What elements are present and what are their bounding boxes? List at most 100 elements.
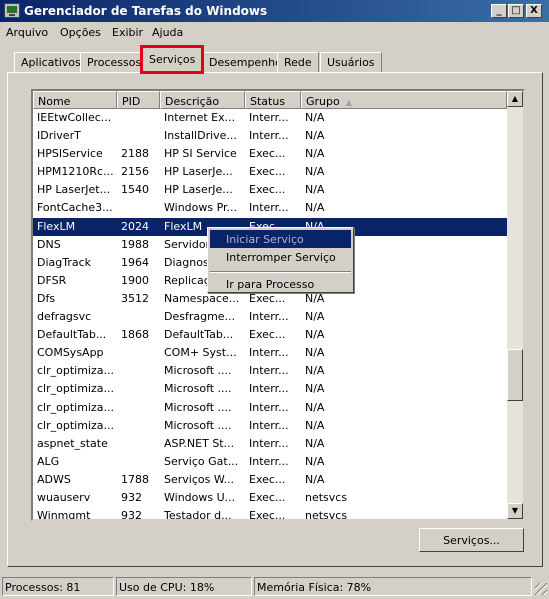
service-name: COMSysApp [37, 346, 104, 360]
service-group: N/A [305, 291, 325, 305]
service-pid: 932 [121, 509, 142, 521]
service-group: N/A [305, 364, 325, 378]
service-status: Interr... [249, 364, 289, 378]
service-name: clr_optimiza... [37, 418, 114, 432]
table-row[interactable]: FontCache3... Windows Pr... Interr... N/A [33, 199, 507, 217]
service-name: IEEtwCollec... [37, 111, 112, 124]
table-row[interactable]: Winmgmt 932 Testador d... Exec... netsvcs [33, 507, 507, 521]
column-header-status[interactable]: Status [245, 91, 301, 109]
table-row[interactable]: HP LaserJet... 1540 HP LaserJe... Exec... N/… [33, 181, 507, 199]
menu-separator [210, 271, 351, 273]
tab-servicos[interactable]: Serviços [142, 47, 203, 73]
service-description: Microsoft .... [164, 382, 232, 396]
service-description: Microsoft .... [164, 400, 232, 414]
table-row[interactable]: IEEtwCollec... Internet Ex... Interr... N/A [33, 109, 507, 127]
service-group: N/A [305, 310, 325, 324]
service-description: ASP.NET St... [164, 436, 235, 450]
menu-exibir[interactable]: Exibir [112, 26, 143, 39]
sort-ascending-icon: ▲ [345, 98, 352, 107]
service-pid: 1964 [121, 255, 149, 269]
service-group: N/A [305, 147, 325, 161]
table-row[interactable]: clr_optimiza... Microsoft .... Interr... N/… [33, 362, 507, 380]
service-name: defragsvc [37, 310, 92, 324]
service-group: N/A [305, 328, 325, 342]
service-description: HP SI Service [164, 147, 237, 161]
title-bar[interactable]: Gerenciador de Tarefas do Windows _ □ X [0, 0, 549, 22]
menu-item-ir-para-processo[interactable]: Ir para Processo [210, 275, 351, 293]
tab-processos[interactable]: Processos [80, 52, 149, 72]
service-name: DefaultTab... [37, 328, 107, 342]
service-pid: 1868 [121, 328, 149, 342]
service-status: Exec... [249, 165, 286, 179]
service-group: N/A [305, 382, 325, 396]
menu-opcoes[interactable]: Opções [60, 26, 101, 39]
column-header-pid[interactable]: PID [117, 91, 160, 109]
service-status: Interr... [249, 382, 289, 396]
service-status: Exec... [249, 490, 286, 504]
minimize-button[interactable]: _ [491, 4, 507, 18]
service-status: Exec... [249, 509, 286, 521]
table-row[interactable]: aspnet_state ASP.NET St... Interr... N/A [33, 435, 507, 453]
service-name: FlexLM [37, 219, 76, 233]
service-status: Exec... [249, 291, 286, 305]
service-pid: 1900 [121, 273, 149, 287]
column-header-nome[interactable]: Nome [33, 91, 117, 109]
table-row[interactable]: clr_optimiza... Microsoft .... Interr... N/… [33, 380, 507, 398]
table-row[interactable]: wuauserv 932 Windows U... Exec... netsvcs [33, 489, 507, 507]
service-description: COM+ Syst... [164, 346, 237, 360]
resize-grip[interactable] [535, 583, 547, 595]
service-group: N/A [305, 201, 325, 215]
scroll-thumb[interactable] [507, 349, 523, 401]
service-description: HP LaserJe... [164, 183, 233, 197]
service-group: N/A [305, 129, 325, 143]
table-row[interactable]: HPSIService 2188 HP SI Service Exec... N/A [33, 145, 507, 163]
scroll-up-button[interactable]: ▲ [507, 91, 523, 107]
services-rows: IEEtwCollec... Internet Ex... Interr... N/A… [33, 109, 507, 521]
menu-arquivo[interactable]: Arquivo [6, 26, 48, 39]
service-pid: 1540 [121, 183, 149, 197]
services-list[interactable]: Nome PID Descrição Status Grupo ▲ IEEtwCo… [31, 89, 525, 521]
service-description: Desfragme... [164, 310, 236, 324]
tab-desempenho[interactable]: Desempenho [202, 52, 289, 72]
column-header-descricao[interactable]: Descrição [160, 91, 245, 109]
service-description: Serviço Gat... [164, 454, 239, 468]
service-group: N/A [305, 111, 325, 124]
scroll-down-button[interactable]: ▼ [507, 503, 523, 519]
service-status: Interr... [249, 346, 289, 360]
service-name: IDriverT [37, 129, 81, 143]
tab-aplicativos[interactable]: Aplicativos [14, 52, 88, 72]
service-description: HP LaserJe... [164, 165, 233, 179]
menu-item-interromper-servico[interactable]: Interromper Serviço [210, 248, 351, 266]
service-group: N/A [305, 165, 325, 179]
table-row[interactable]: ADWS 1788 Serviços W... Exec... N/A [33, 471, 507, 489]
table-row[interactable]: ALG Serviço Gat... Interr... N/A [33, 453, 507, 471]
tab-rede[interactable]: Rede [277, 52, 319, 72]
service-status: Exec... [249, 147, 286, 161]
close-button[interactable]: X [526, 4, 542, 18]
table-row[interactable]: DefaultTab... 1868 DefaultTab... Exec... N/A [33, 326, 507, 344]
table-row[interactable]: HPM1210Rc... 2156 HP LaserJe... Exec... N/A [33, 163, 507, 181]
service-description: Microsoft .... [164, 418, 232, 432]
table-row[interactable]: clr_optimiza... Microsoft .... Interr... N/… [33, 417, 507, 435]
tab-usuarios[interactable]: Usuários [320, 52, 382, 72]
service-status: Interr... [249, 201, 289, 215]
table-row[interactable]: COMSysApp COM+ Syst... Interr... N/A [33, 344, 507, 362]
service-description: Windows Pr... [164, 201, 238, 215]
service-name: DNS [37, 237, 61, 251]
column-header-grupo[interactable]: Grupo ▲ [301, 91, 507, 109]
table-row[interactable]: clr_optimiza... Microsoft .... Interr... N/… [33, 399, 507, 417]
maximize-button[interactable]: □ [508, 4, 524, 18]
table-row[interactable]: defragsvc Desfragme... Interr... N/A [33, 308, 507, 326]
service-status: Exec... [249, 472, 286, 486]
services-button[interactable]: Serviços... [419, 528, 524, 552]
service-name: Dfs [37, 291, 56, 305]
status-bar: Processos: 81 Uso de CPU: 18% Memória Fí… [0, 575, 549, 597]
service-name: ADWS [37, 472, 71, 486]
menu-item-iniciar-servico[interactable]: Iniciar Serviço [210, 230, 351, 248]
menu-ajuda[interactable]: Ajuda [152, 26, 183, 39]
table-row[interactable]: IDriverT InstallDrive... Interr... N/A [33, 127, 507, 145]
service-name: HP LaserJet... [37, 183, 111, 197]
service-status: Exec... [249, 328, 286, 342]
service-name: wuauserv [37, 490, 91, 504]
vertical-scrollbar[interactable]: ▲ ▼ [507, 91, 523, 519]
